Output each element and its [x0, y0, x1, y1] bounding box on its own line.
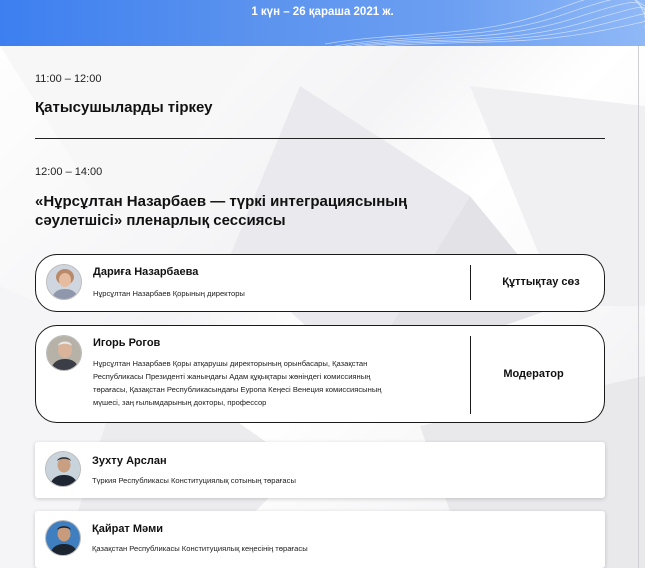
portrait-icon [47, 265, 81, 299]
page-edge-rule [638, 46, 639, 568]
session-title: Қатысушыларды тіркеу [35, 99, 213, 116]
session-title-line-1: «Нұрсұлтан Назарбаев — түркі интеграцияс… [35, 193, 408, 210]
speaker-description: Қазақстан Республикасы Конституциялық ке… [92, 544, 308, 553]
session-title-line-2: сәулетшісі» пленарлық сессиясы [35, 212, 286, 229]
speaker-card: Игорь Рогов Нұрсұлтан Назарбаев Қоры атқ… [35, 325, 605, 423]
header-banner: 1 күн – 26 қараша 2021 ж. [0, 0, 645, 46]
speaker-description: Нұрсұлтан Назарбаев Қорының директоры [93, 289, 245, 298]
event-date: 1 күн – 26 қараша 2021 ж. [251, 6, 394, 18]
role-separator [470, 336, 471, 414]
speaker-name: Қайрат Мәми [92, 523, 164, 535]
speaker-role: Құттықтау сөз [502, 276, 580, 288]
speaker-name: Дариға Назарбаева [93, 266, 199, 278]
section-divider [35, 138, 605, 139]
speaker-photo [46, 264, 82, 300]
speaker-description-line: төрағасы, Қазақстан Республикасындағы Еу… [93, 385, 382, 394]
speaker-description-line: мүшесі, заң ғылымдарының докторы, профес… [93, 398, 267, 407]
program-page: 1 күн – 26 қараша 2021 ж. 11:00 – 12:00 … [0, 0, 645, 568]
session-time: 12:00 – 14:00 [35, 166, 103, 178]
speaker-card: Дариға Назарбаева Нұрсұлтан Назарбаев Қо… [35, 254, 605, 312]
speaker-photo [45, 520, 81, 556]
speaker-photo [46, 335, 82, 371]
speaker-name: Игорь Рогов [93, 337, 161, 349]
speaker-role: Модератор [503, 368, 564, 380]
speaker-card: Қайрат Мәми Қазақстан Республикасы Конст… [35, 511, 605, 568]
speaker-description-line: Республикасы Президенті жанындағы Адам қ… [93, 372, 371, 381]
role-separator [470, 265, 471, 300]
portrait-icon [46, 521, 80, 555]
portrait-icon [46, 452, 80, 486]
portrait-icon [47, 336, 81, 370]
speaker-card: Зухту Арслан Түркия Республикасы Констит… [35, 442, 605, 498]
speaker-name: Зухту Арслан [92, 455, 167, 467]
speaker-description: Түркия Республикасы Конституциялық сотын… [92, 476, 296, 485]
session-time: 11:00 – 12:00 [35, 73, 102, 85]
speaker-description-line: Нұрсұлтан Назарбаев Қоры атқарушы директ… [93, 359, 368, 368]
speaker-photo [45, 451, 81, 487]
